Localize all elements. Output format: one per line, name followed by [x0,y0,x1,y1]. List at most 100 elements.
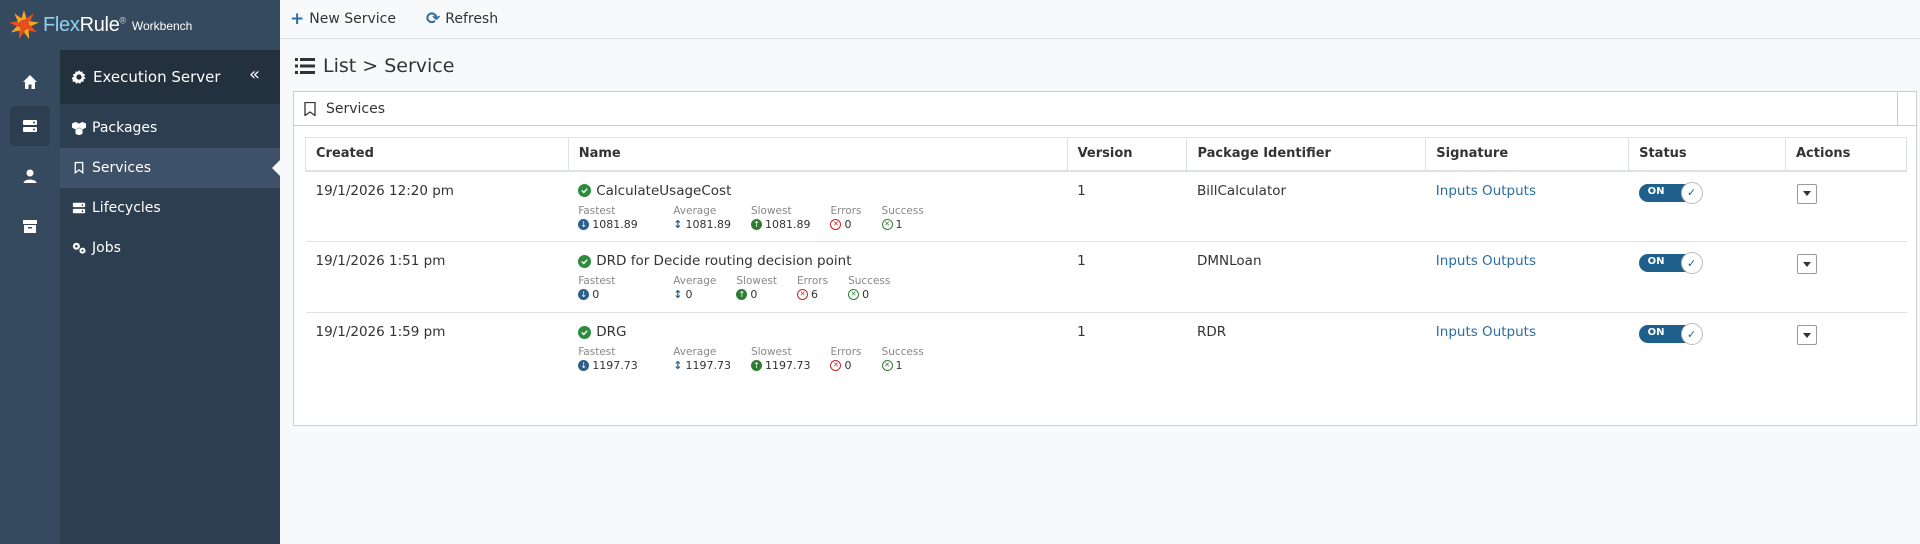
stat-value: 1081.89 [592,217,638,231]
package-identifier: RDR [1196,324,1227,340]
package-cell: RDR [1187,313,1426,384]
table-header-row: Created Name Version Package Identifier … [305,137,1907,172]
signature-link[interactable]: Inputs Outputs [1436,183,1536,199]
stat-label: Errors [797,275,829,287]
plus-icon: + [290,9,305,29]
packages-icon [72,121,86,135]
col-actions[interactable]: Actions [1785,137,1907,172]
success-circle-icon: ✕ [881,360,893,371]
check-icon: ✓ [1680,323,1703,345]
arrow-up-circle-icon: ↑ [736,289,748,300]
collapse-button[interactable]: « [249,64,260,85]
stat-value: 1197.73 [592,359,638,372]
status-toggle[interactable]: ON ✓ [1638,181,1703,204]
created-cell: 19/1/2026 1:51 pm [305,241,569,313]
icon-rail [0,0,60,544]
version-cell: 1 [1067,170,1187,242]
archive-icon[interactable] [10,206,50,246]
service-name[interactable]: DRD for Decide routing decision point [596,253,851,269]
col-signature[interactable]: Signature [1425,137,1630,172]
created-value: 19/1/2026 12:20 pm [315,182,454,199]
created-cell: 19/1/2026 1:59 pm [306,313,569,384]
card-header: Services [294,92,1916,126]
version-value: 1 [1077,324,1086,340]
version-value: 1 [1077,182,1086,199]
status-toggle[interactable]: ON ✓ [1638,252,1703,274]
version-cell: 1 [1067,241,1187,313]
bookmark-icon [74,161,84,175]
table-row: 19/1/2026 1:59 pm DRG Fastest ↓ 1197.73 A… [306,313,1907,384]
jobs-icon [72,242,86,254]
nav-item-services[interactable]: Services [60,148,280,188]
status-cell: ON ✓ [1628,241,1786,313]
server-icon[interactable] [10,106,50,146]
new-service-label: New Service [309,11,396,27]
arrows-vertical-icon: ↕ [673,359,683,372]
user-icon[interactable] [10,156,50,196]
service-name[interactable]: CalculateUsageCost [596,183,731,199]
nav-item-packages[interactable]: Packages [60,108,280,148]
name-cell: CalculateUsageCost Fastest ↓ 1081.89 Aver… [568,170,1068,242]
service-stats: Fastest ↓ 1081.89 Average ↕ 1081.89 Slowes… [578,205,1057,232]
signature-cell: Inputs Outputs [1425,170,1629,242]
refresh-button[interactable]: ⟳ Refresh [426,9,498,29]
stat-value: 1081.89 [764,217,811,231]
actions-dropdown-button[interactable] [1796,183,1817,204]
col-version[interactable]: Version [1066,137,1188,172]
home-icon[interactable] [10,62,50,102]
nav-item-lifecycles[interactable]: Lifecycles [60,188,280,228]
error-circle-icon: ✕ [830,218,842,230]
stat-slowest: Slowest ↑ 1081.89 [750,204,811,232]
service-name[interactable]: DRG [596,324,626,340]
stat-fastest: Fastest ↓ 0 [578,275,653,302]
check-icon: ✓ [1680,252,1703,274]
nav-item-label: Lifecycles [92,200,161,216]
package-cell: DMNLoan [1186,241,1426,313]
col-status[interactable]: Status [1628,137,1786,172]
nav-item-jobs[interactable]: Jobs [60,228,280,268]
arrow-up-circle-icon: ↑ [750,218,762,230]
list-icon [295,58,315,74]
toolbar: + New Service ⟳ Refresh [280,0,1920,39]
col-package[interactable]: Package Identifier [1186,137,1427,172]
refresh-icon: ⟳ [425,9,441,29]
col-created[interactable]: Created [305,137,569,172]
stat-value: 0 [750,288,758,301]
status-toggle[interactable]: ON ✓ [1638,323,1703,345]
signature-cell: Inputs Outputs [1425,241,1629,313]
signature-cell: Inputs Outputs [1426,313,1629,384]
stat-slowest: Slowest ↑ 1197.73 [750,346,810,373]
stat-average: Average ↕ 1197.73 [673,346,731,373]
stat-label: Slowest [750,346,792,358]
app-logo[interactable]: FlexRule® Workbench [0,0,280,50]
nav-header: Execution Server « [60,50,280,104]
actions-dropdown-button[interactable] [1796,254,1817,274]
flexrule-logo-icon [9,10,39,40]
nav-item-label: Packages [92,120,158,136]
new-service-button[interactable]: + New Service [290,9,396,29]
product-name: Workbench [131,19,193,33]
stat-label: Fastest [578,204,616,217]
refresh-label: Refresh [445,11,499,27]
arrow-down-circle-icon: ↓ [578,289,590,300]
stat-value: 1197.73 [685,359,731,372]
arrows-vertical-icon: ↕ [673,217,683,231]
actions-dropdown-button[interactable] [1796,325,1817,345]
signature-link[interactable]: Inputs Outputs [1436,324,1536,340]
status-cell: ON ✓ [1629,313,1786,384]
stat-fastest: Fastest ↓ 1197.73 [578,346,653,373]
col-name[interactable]: Name [567,137,1068,172]
status-cell: ON ✓ [1628,170,1786,242]
stat-label: Errors [830,346,862,358]
created-cell: 19/1/2026 12:20 pm [305,170,569,242]
stat-label: Slowest [750,204,792,217]
services-card: Services Created Name Version Package Id… [293,91,1917,426]
lifecycles-icon [72,202,86,214]
stat-label: Slowest [736,275,778,287]
table-row: 19/1/2026 12:20 pm CalculateUsageCost Fa… [305,170,1907,242]
created-value: 19/1/2026 1:59 pm [315,324,446,340]
nav-item-label: Services [92,160,152,176]
signature-link[interactable]: Inputs Outputs [1436,253,1536,269]
page-title-text: List > Service [323,55,455,77]
stat-errors: Errors ✕ 0 [830,205,862,232]
